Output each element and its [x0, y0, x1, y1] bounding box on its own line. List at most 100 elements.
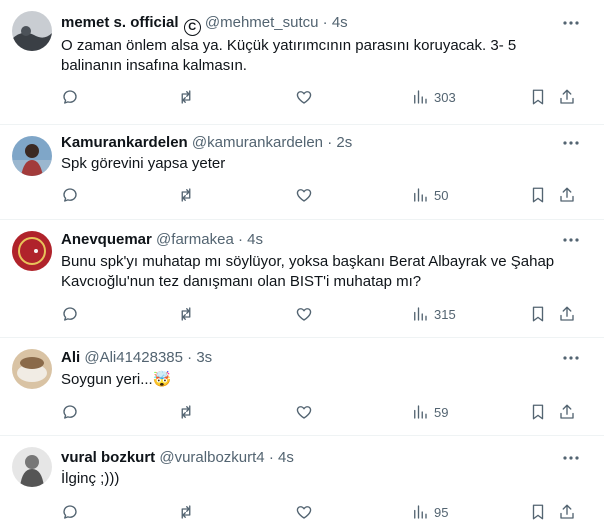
avatar[interactable]	[12, 447, 52, 487]
reply-button[interactable]	[61, 304, 79, 324]
more-options-icon[interactable]	[562, 349, 580, 367]
more-options-icon[interactable]	[562, 14, 580, 32]
tweet[interactable]: memet s. official C @mehmet_sutcu · 4s O…	[0, 0, 604, 125]
timestamp[interactable]: 4s	[247, 231, 263, 248]
share-icon	[560, 187, 574, 202]
timestamp[interactable]: 4s	[332, 14, 348, 31]
verified-badge-icon: C	[183, 19, 201, 36]
repost-button[interactable]	[177, 402, 195, 422]
share-icon	[560, 89, 574, 104]
tweet-header: Kamurankardelen @kamurankardelen · 2s	[61, 133, 352, 153]
avatar[interactable]	[12, 11, 52, 51]
display-name[interactable]: Anevquemar	[61, 231, 152, 248]
display-name[interactable]: Kamurankardelen	[61, 134, 188, 151]
views-chart-icon	[414, 307, 427, 321]
reply-icon	[63, 90, 77, 104]
like-button[interactable]	[295, 304, 313, 324]
repost-icon	[181, 505, 191, 519]
repost-button[interactable]	[177, 87, 195, 107]
repost-icon	[181, 90, 191, 104]
action-bar: 95	[61, 502, 591, 522]
repost-icon	[181, 307, 191, 321]
views-count: 95	[434, 504, 449, 520]
views-chart-icon	[414, 505, 427, 519]
tweet-header: Ali @Ali41428385 · 3s	[61, 348, 212, 368]
reply-icon	[63, 188, 77, 202]
like-button[interactable]	[295, 402, 313, 422]
tweet-header: Anevquemar @farmakea · 4s	[61, 230, 263, 250]
like-button[interactable]	[295, 502, 313, 522]
share-icon	[560, 504, 574, 519]
heart-icon	[296, 406, 312, 419]
share-button[interactable]	[558, 502, 576, 522]
heart-icon	[296, 91, 312, 104]
repost-button[interactable]	[177, 185, 195, 205]
like-button[interactable]	[295, 185, 313, 205]
action-bar: 50	[61, 185, 591, 205]
repost-button[interactable]	[177, 502, 195, 522]
avatar[interactable]	[12, 349, 52, 389]
more-options-icon[interactable]	[562, 231, 580, 249]
views-count: 50	[434, 187, 449, 203]
avatar[interactable]	[12, 136, 52, 176]
bookmark-button[interactable]	[529, 502, 547, 522]
reply-icon	[63, 307, 77, 321]
tweet[interactable]: vural bozkurt @vuralbozkurt4 · 4s İlginç…	[0, 436, 604, 529]
display-name[interactable]: Ali	[61, 349, 80, 366]
timestamp[interactable]: 3s	[196, 349, 212, 366]
reply-button[interactable]	[61, 185, 79, 205]
more-options-icon[interactable]	[562, 449, 580, 467]
tweet[interactable]: Ali @Ali41428385 · 3s Soygun yeri...🤯 59	[0, 338, 604, 436]
repost-button[interactable]	[177, 304, 195, 324]
share-button[interactable]	[558, 304, 576, 324]
views-button[interactable]: 95	[411, 502, 448, 522]
display-name[interactable]: vural bozkurt	[61, 449, 155, 466]
views-button[interactable]: 303	[411, 87, 456, 107]
heart-icon	[296, 308, 312, 321]
tweet-header: memet s. official C @mehmet_sutcu · 4s	[61, 13, 348, 36]
bookmark-button[interactable]	[529, 402, 547, 422]
user-handle[interactable]: @farmakea	[156, 231, 234, 248]
reply-icon	[63, 405, 77, 419]
more-options-icon[interactable]	[562, 134, 580, 152]
views-count: 303	[434, 89, 456, 105]
share-icon	[560, 404, 574, 419]
display-name[interactable]: memet s. official	[61, 14, 179, 31]
views-count: 315	[434, 306, 456, 322]
tweet[interactable]: Kamurankardelen @kamurankardelen · 2s Sp…	[0, 125, 604, 220]
bookmark-icon	[532, 306, 544, 322]
share-button[interactable]	[558, 87, 576, 107]
tweet[interactable]: Anevquemar @farmakea · 4s Bunu spk'yı mu…	[0, 220, 604, 338]
share-button[interactable]	[558, 185, 576, 205]
bookmark-button[interactable]	[529, 185, 547, 205]
views-button[interactable]: 59	[411, 402, 448, 422]
views-chart-icon	[414, 188, 427, 202]
views-button[interactable]: 315	[411, 304, 456, 324]
bookmark-icon	[532, 504, 544, 520]
timestamp[interactable]: 2s	[336, 134, 352, 151]
separator-dot: ·	[237, 231, 243, 248]
heart-icon	[296, 189, 312, 202]
views-button[interactable]: 50	[411, 185, 448, 205]
user-handle[interactable]: @mehmet_sutcu	[205, 14, 319, 31]
bookmark-button[interactable]	[529, 87, 547, 107]
avatar[interactable]	[12, 231, 52, 271]
share-button[interactable]	[558, 402, 576, 422]
reply-button[interactable]	[61, 502, 79, 522]
reply-button[interactable]	[61, 87, 79, 107]
reply-button[interactable]	[61, 402, 79, 422]
reply-icon	[63, 505, 77, 519]
user-handle[interactable]: @vuralbozkurt4	[159, 449, 264, 466]
user-handle[interactable]: @kamurankardelen	[192, 134, 323, 151]
bookmark-button[interactable]	[529, 304, 547, 324]
timestamp[interactable]: 4s	[278, 449, 294, 466]
separator-dot: ·	[268, 449, 274, 466]
views-chart-icon	[414, 90, 427, 104]
user-handle[interactable]: @Ali41428385	[84, 349, 183, 366]
tweet-text: Spk görevini yapsa yeter	[61, 155, 226, 172]
like-button[interactable]	[295, 87, 313, 107]
tweet-header: vural bozkurt @vuralbozkurt4 · 4s	[61, 448, 294, 468]
heart-icon	[296, 506, 312, 519]
tweet-text: O zaman önlem alsa ya. Küçük yatırımcını…	[61, 37, 517, 74]
action-bar: 315	[61, 304, 591, 324]
